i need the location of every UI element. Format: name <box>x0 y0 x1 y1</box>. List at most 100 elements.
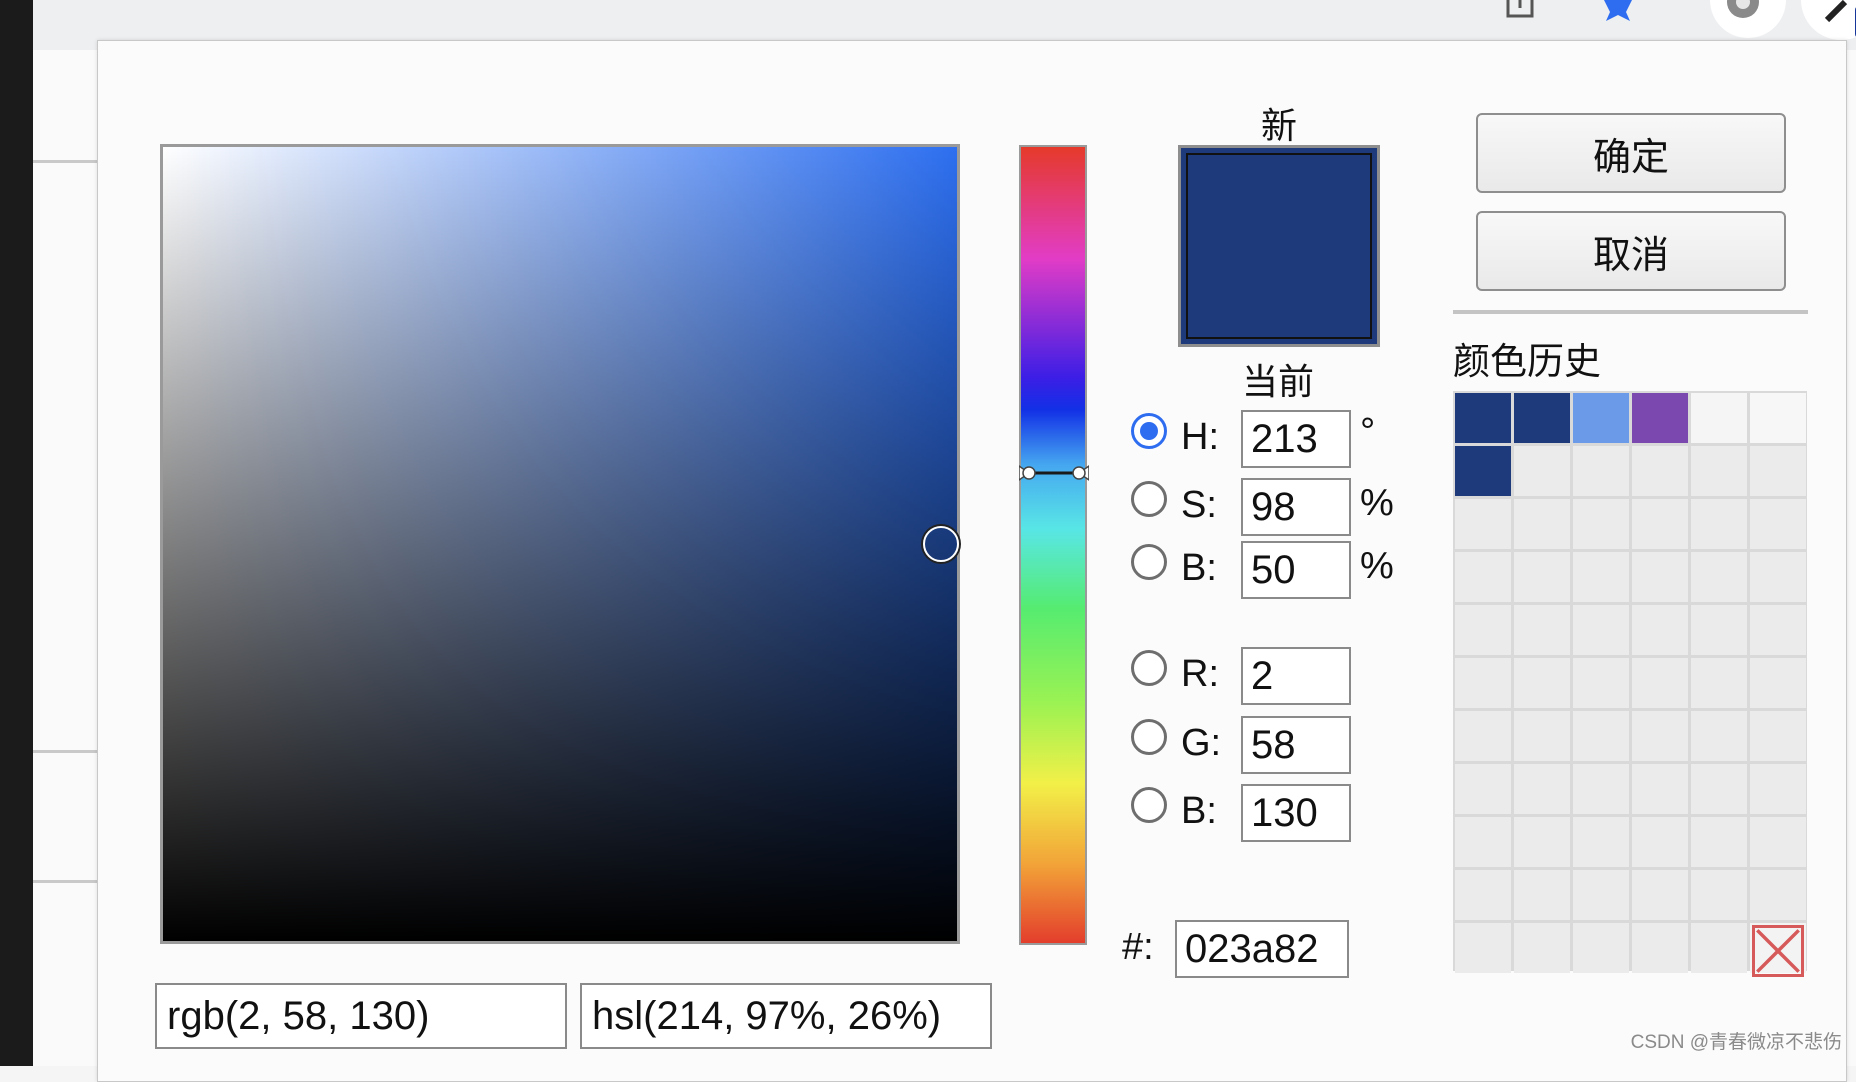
history-swatch[interactable] <box>1573 499 1629 549</box>
hex-label: #: <box>1122 926 1154 968</box>
history-swatch[interactable] <box>1514 393 1570 443</box>
history-swatch[interactable] <box>1750 605 1806 655</box>
history-swatch[interactable] <box>1750 446 1806 496</box>
blue-input[interactable]: 130 <box>1241 784 1351 842</box>
s-unit: % <box>1360 482 1394 524</box>
history-swatch[interactable] <box>1691 499 1747 549</box>
history-swatch[interactable] <box>1691 658 1747 708</box>
saturation-brightness-field[interactable] <box>160 144 960 944</box>
history-swatch[interactable] <box>1632 393 1688 443</box>
hex-input[interactable]: 023a82 <box>1175 920 1349 978</box>
history-swatch[interactable] <box>1691 393 1747 443</box>
history-swatch[interactable] <box>1632 817 1688 867</box>
history-swatch[interactable] <box>1632 552 1688 602</box>
history-swatch[interactable] <box>1514 658 1570 708</box>
history-swatch[interactable] <box>1573 605 1629 655</box>
brightness-input[interactable]: 50 <box>1241 541 1351 599</box>
cancel-button[interactable]: 取消 <box>1476 211 1786 291</box>
history-swatch[interactable] <box>1455 552 1511 602</box>
history-swatch[interactable] <box>1573 870 1629 920</box>
history-swatch[interactable] <box>1632 870 1688 920</box>
history-swatch[interactable] <box>1455 817 1511 867</box>
history-swatch[interactable] <box>1691 923 1747 973</box>
h-input[interactable]: 213 <box>1241 410 1351 468</box>
history-swatch[interactable] <box>1632 711 1688 761</box>
clear-history-button[interactable] <box>1750 923 1806 977</box>
history-swatch[interactable] <box>1514 870 1570 920</box>
settings-gear-icon[interactable] <box>1703 0 1793 40</box>
buttons-separator <box>1453 310 1808 314</box>
radio-brightness[interactable] <box>1131 544 1167 580</box>
color-history-title: 颜色历史 <box>1453 341 1601 382</box>
history-swatch[interactable] <box>1573 764 1629 814</box>
history-swatch[interactable] <box>1750 552 1806 602</box>
history-swatch[interactable] <box>1573 817 1629 867</box>
background-divider <box>33 160 97 163</box>
history-swatch[interactable] <box>1455 446 1511 496</box>
history-swatch[interactable] <box>1750 499 1806 549</box>
history-swatch[interactable] <box>1750 658 1806 708</box>
history-swatch[interactable] <box>1573 552 1629 602</box>
history-swatch[interactable] <box>1691 764 1747 814</box>
history-swatch[interactable] <box>1632 499 1688 549</box>
history-swatch[interactable] <box>1514 711 1570 761</box>
radio-blue[interactable] <box>1131 787 1167 823</box>
sv-picker-handle[interactable] <box>923 526 960 562</box>
history-swatch[interactable] <box>1455 711 1511 761</box>
history-swatch[interactable] <box>1573 658 1629 708</box>
history-swatch[interactable] <box>1455 764 1511 814</box>
new-color-label: 新 <box>1261 105 1298 146</box>
s-input[interactable]: 98 <box>1241 478 1351 536</box>
history-swatch[interactable] <box>1514 817 1570 867</box>
background-divider <box>33 750 97 753</box>
history-swatch[interactable] <box>1514 605 1570 655</box>
radio-s[interactable] <box>1131 481 1167 517</box>
rgb-text-field[interactable]: rgb(2, 58, 130) <box>155 983 567 1049</box>
history-swatch[interactable] <box>1573 446 1629 496</box>
history-swatch[interactable] <box>1632 923 1688 973</box>
history-swatch[interactable] <box>1691 870 1747 920</box>
r-input[interactable]: 2 <box>1241 647 1351 705</box>
color-history-grid <box>1453 391 1807 977</box>
history-swatch[interactable] <box>1573 393 1629 443</box>
history-swatch[interactable] <box>1750 817 1806 867</box>
history-swatch[interactable] <box>1455 499 1511 549</box>
history-swatch[interactable] <box>1514 764 1570 814</box>
history-swatch[interactable] <box>1691 552 1747 602</box>
history-swatch[interactable] <box>1573 711 1629 761</box>
history-swatch[interactable] <box>1632 764 1688 814</box>
history-swatch[interactable] <box>1691 446 1747 496</box>
history-swatch[interactable] <box>1632 605 1688 655</box>
radio-h[interactable] <box>1131 413 1167 449</box>
g-input[interactable]: 58 <box>1241 716 1351 774</box>
history-swatch[interactable] <box>1514 446 1570 496</box>
history-swatch[interactable] <box>1455 605 1511 655</box>
ok-button[interactable]: 确定 <box>1476 113 1786 193</box>
history-swatch[interactable] <box>1455 658 1511 708</box>
history-swatch[interactable] <box>1750 393 1806 443</box>
hue-slider[interactable] <box>1019 145 1089 945</box>
radio-g[interactable] <box>1131 719 1167 755</box>
history-swatch[interactable] <box>1514 499 1570 549</box>
history-swatch[interactable] <box>1514 923 1570 973</box>
history-swatch[interactable] <box>1514 552 1570 602</box>
hue-slider-handle[interactable] <box>1019 464 1089 482</box>
history-swatch[interactable] <box>1455 870 1511 920</box>
history-swatch[interactable] <box>1750 711 1806 761</box>
radio-r[interactable] <box>1131 650 1167 686</box>
history-swatch[interactable] <box>1691 605 1747 655</box>
history-swatch[interactable] <box>1455 923 1511 973</box>
history-swatch[interactable] <box>1691 711 1747 761</box>
history-swatch[interactable] <box>1750 764 1806 814</box>
blue-label: B: <box>1181 790 1217 832</box>
history-swatch[interactable] <box>1573 923 1629 973</box>
history-swatch[interactable] <box>1632 446 1688 496</box>
extension-icon[interactable] <box>1500 0 1540 22</box>
history-swatch[interactable] <box>1632 658 1688 708</box>
bookmark-star-icon[interactable] <box>1598 0 1638 22</box>
history-swatch[interactable] <box>1750 870 1806 920</box>
history-swatch[interactable] <box>1455 393 1511 443</box>
brightness-label: B: <box>1181 547 1217 589</box>
history-swatch[interactable] <box>1691 817 1747 867</box>
hsl-text-field[interactable]: hsl(214, 97%, 26%) <box>580 983 992 1049</box>
